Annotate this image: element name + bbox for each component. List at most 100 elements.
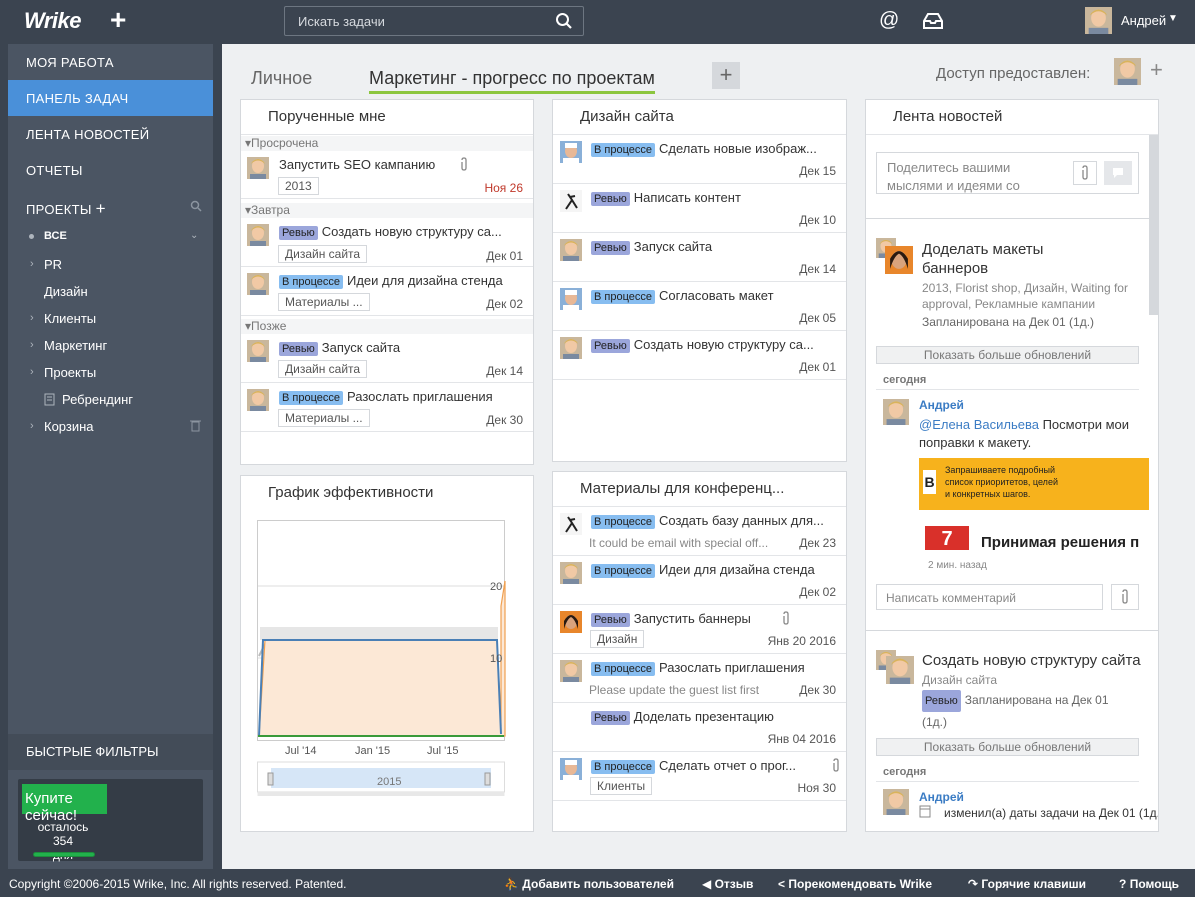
attach-button[interactable] bbox=[1073, 161, 1097, 185]
task-title[interactable]: Ревью Создать новую структуру са... bbox=[591, 337, 841, 353]
sidebar-item-my-work[interactable]: МОЯ РАБОТА bbox=[8, 44, 213, 80]
folder-tag[interactable]: Материалы ... bbox=[278, 409, 370, 427]
project-projects[interactable]: Проекты bbox=[44, 365, 96, 380]
share-box[interactable]: Поделитесь вашими мыслями и идеями со bbox=[876, 152, 1139, 194]
range-handle-left[interactable] bbox=[267, 772, 274, 786]
project-clients[interactable]: Клиенты bbox=[44, 311, 96, 326]
wrike-logo[interactable]: Wrike bbox=[24, 8, 82, 34]
tab-personal[interactable]: Личное bbox=[251, 68, 312, 89]
group-later[interactable]: ▾Позже bbox=[241, 319, 533, 334]
project-all[interactable]: ВСЕ bbox=[44, 230, 67, 242]
create-plus-icon[interactable]: + bbox=[110, 4, 126, 36]
task-row[interactable]: Запустить SEO кампанию 2013 Ноя 26 bbox=[241, 151, 533, 199]
task-row[interactable]: В процессе Сделать отчет о прог... Клиент… bbox=[553, 752, 846, 801]
tab-marketing[interactable]: Маркетинг - прогресс по проектам bbox=[369, 68, 655, 94]
feed-scrollbar[interactable] bbox=[1149, 135, 1158, 315]
task-row[interactable]: В процессе Идеи для дизайна стенда Дек 02 bbox=[553, 556, 846, 605]
mentions-icon[interactable]: @ bbox=[879, 9, 899, 32]
feed-task-title[interactable]: Доделать макеты баннеров bbox=[922, 240, 1072, 278]
add-project-icon[interactable]: + bbox=[96, 199, 106, 218]
task-title[interactable]: Ревью Написать контент bbox=[591, 190, 841, 206]
folder-tag[interactable]: Клиенты bbox=[590, 777, 653, 795]
feed-task-title-text[interactable]: Создать новую структуру сайта bbox=[922, 652, 1141, 669]
project-rebranding[interactable]: Ребрендинг bbox=[62, 392, 133, 407]
hotkeys-link[interactable]: ↷ Горячие клавиши bbox=[968, 877, 1086, 891]
post-button[interactable] bbox=[1104, 161, 1132, 185]
share-input[interactable]: Поделитесь вашими мыслями и идеями со bbox=[887, 159, 1057, 195]
chevron-down-icon[interactable]: ▼ bbox=[1168, 13, 1178, 24]
task-row[interactable]: Ревью Запустить баннеры Дизайн Янв 20 201… bbox=[553, 605, 846, 654]
folder-tag[interactable]: Дизайн сайта bbox=[278, 245, 368, 263]
task-row[interactable]: Ревью Написать контент Дек 10 bbox=[553, 184, 846, 233]
add-users-link[interactable]: ⛹ Добавить пользователей bbox=[504, 877, 674, 891]
feedback-link[interactable]: ◀ Отзыв bbox=[702, 877, 753, 891]
folder-tag[interactable]: Материалы ... bbox=[278, 293, 370, 311]
project-pr[interactable]: PR bbox=[44, 257, 62, 272]
search-box[interactable]: Искать задачи bbox=[284, 6, 584, 36]
sidebar-item-dashboard[interactable]: ПАНЕЛЬ ЗАДАЧ bbox=[8, 80, 213, 116]
task-title[interactable]: В процессе Сделать новые изображ... bbox=[591, 141, 841, 157]
recommend-link[interactable]: < Порекомендовать Wrike bbox=[778, 877, 932, 891]
project-marketing[interactable]: Маркетинг bbox=[44, 338, 107, 353]
task-title[interactable]: В процессе Сделать отчет о прог... bbox=[591, 758, 821, 774]
chevron-down-icon[interactable]: ⌄ bbox=[190, 230, 198, 241]
quick-filters[interactable]: БЫСТРЫЕ ФИЛЬТРЫ bbox=[8, 734, 213, 770]
chevron-right-icon[interactable]: › bbox=[30, 420, 34, 432]
task-title[interactable]: В процессе Идеи для дизайна стенда bbox=[591, 562, 841, 578]
range-handle-right[interactable] bbox=[484, 772, 491, 786]
task-title[interactable]: Ревью Запустить баннеры bbox=[591, 611, 781, 627]
task-title[interactable]: В процессе Разослать приглашения bbox=[591, 660, 841, 676]
search-icon[interactable] bbox=[555, 12, 573, 30]
task-title[interactable]: В процессе Согласовать макет bbox=[591, 288, 841, 304]
sidebar-item-news-feed[interactable]: ЛЕНТА НОВОСТЕЙ bbox=[8, 116, 213, 152]
buy-now-button[interactable]: Купите сейчас! bbox=[22, 784, 107, 824]
project-design[interactable]: Дизайн bbox=[44, 284, 88, 299]
add-share-icon[interactable]: + bbox=[1150, 57, 1163, 83]
task-row[interactable]: Ревью Доделать презентацию Янв 04 2016 bbox=[553, 703, 846, 752]
attached-image[interactable]: В Запрашиваете подробный список приоритет… bbox=[919, 458, 1149, 550]
task-title[interactable]: В процессе Идеи для дизайна стенда bbox=[279, 273, 529, 289]
task-title[interactable]: Ревью Доделать презентацию bbox=[591, 709, 841, 725]
group-overdue[interactable]: ▾Просрочена bbox=[241, 136, 533, 151]
comment-attach-button[interactable] bbox=[1111, 584, 1139, 610]
sidebar-item-reports[interactable]: ОТЧЕТЫ bbox=[8, 152, 213, 188]
project-search-icon[interactable] bbox=[190, 200, 202, 212]
task-row[interactable]: Ревью Запуск сайта Дек 14 bbox=[553, 233, 846, 282]
task-row[interactable]: Ревью Создать новую структуру са... Дизай… bbox=[241, 218, 533, 267]
project-trash[interactable]: Корзина bbox=[44, 419, 94, 434]
task-row[interactable]: В процессе Согласовать макет Дек 05 bbox=[553, 282, 846, 331]
sidebar-item-projects[interactable]: ПРОЕКТЫ + bbox=[8, 188, 213, 224]
help-link[interactable]: ? Помощь bbox=[1119, 877, 1179, 891]
inbox-icon[interactable] bbox=[922, 12, 944, 30]
chevron-right-icon[interactable]: › bbox=[30, 258, 34, 270]
group-tomorrow[interactable]: ▾Завтра bbox=[241, 203, 533, 218]
show-more-button[interactable]: Показать больше обновлений bbox=[876, 346, 1139, 364]
task-title[interactable]: В процессе Разослать приглашения bbox=[279, 389, 529, 405]
shared-user-avatar[interactable] bbox=[1114, 58, 1141, 85]
comment-input[interactable]: Написать комментарий bbox=[876, 584, 1103, 610]
trash-icon[interactable] bbox=[190, 419, 201, 432]
task-row[interactable]: В процессе Разослать приглашения Please u… bbox=[553, 654, 846, 703]
task-row[interactable]: В процессе Создать базу данных для... It … bbox=[553, 507, 846, 556]
task-title[interactable]: Ревью Запуск сайта bbox=[591, 239, 841, 255]
folder-tag[interactable]: Дизайн bbox=[590, 630, 645, 648]
task-title[interactable]: Ревью Создать новую структуру са... bbox=[279, 224, 529, 240]
folder-tag[interactable]: 2013 bbox=[278, 177, 319, 195]
chevron-right-icon[interactable]: › bbox=[30, 366, 34, 378]
task-row[interactable]: Ревью Запуск сайта Дизайн сайта Дек 14 bbox=[241, 334, 533, 383]
performance-chart[interactable]: 20 10 Jul '14 Jan '15 Jul '15 2015 bbox=[257, 516, 507, 796]
search-input[interactable]: Искать задачи bbox=[298, 14, 385, 29]
mention-link[interactable]: @Елена Васильева bbox=[919, 417, 1039, 432]
folder-tag[interactable]: Дизайн сайта bbox=[278, 360, 368, 378]
task-row[interactable]: В процессе Сделать новые изображ... Дек 1… bbox=[553, 135, 846, 184]
add-tab-icon[interactable]: + bbox=[712, 62, 740, 89]
task-row[interactable]: В процессе Идеи для дизайна стенда Матери… bbox=[241, 267, 533, 316]
task-row[interactable]: Ревью Создать новую структуру са... Дек 0… bbox=[553, 331, 846, 380]
task-title[interactable]: Ревью Запуск сайта bbox=[279, 340, 529, 356]
comment-author[interactable]: Андрей bbox=[919, 398, 964, 412]
task-title[interactable]: В процессе Создать базу данных для... bbox=[591, 513, 841, 529]
comment-author[interactable]: Андрей bbox=[919, 790, 964, 804]
task-title[interactable]: Запустить SEO кампанию bbox=[279, 157, 479, 172]
chevron-right-icon[interactable]: › bbox=[30, 312, 34, 324]
user-name[interactable]: Андрей bbox=[1121, 13, 1166, 28]
